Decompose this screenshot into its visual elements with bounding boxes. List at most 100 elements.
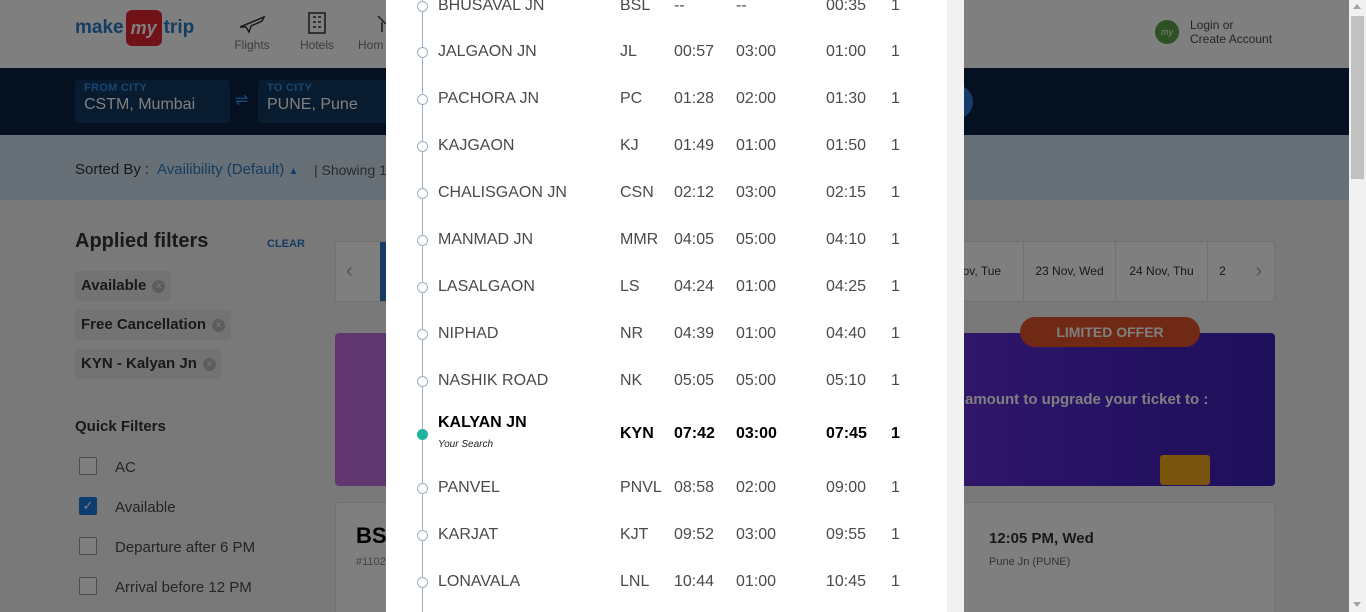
route-row: KALYAN JN KYN 07:42 03:00 07:45 1 Your Search: [386, 411, 947, 458]
station-code: MMR: [620, 231, 659, 248]
arrival-time: 01:49: [674, 137, 715, 154]
arrival-time: 08:58: [674, 479, 715, 496]
halt-time: 05:00: [736, 372, 777, 389]
station-name: KALYAN JN: [438, 414, 527, 431]
halt-time: 01:00: [736, 325, 777, 342]
departure-time: 07:45: [826, 425, 867, 442]
halt-time: 03:00: [736, 43, 777, 60]
station-name: KAJGAON: [438, 137, 515, 154]
arrival-time: --: [674, 0, 685, 14]
day-number: 1: [891, 137, 900, 154]
departure-time: 00:35: [826, 0, 867, 14]
your-search-note: Your Search: [438, 439, 494, 450]
arrival-time: 05:05: [674, 372, 715, 389]
route-row: LASALGAON LS 04:24 01:00 04:25 1: [386, 264, 947, 311]
station-name: NASHIK ROAD: [438, 372, 549, 389]
station-name: LONAVALA: [438, 573, 521, 590]
stop-dot-icon: [417, 141, 428, 152]
station-code: KJ: [620, 137, 639, 154]
arrival-time: 04:39: [674, 325, 715, 342]
day-number: 1: [891, 372, 900, 389]
route-row: KAJGAON KJ 01:49 01:00 01:50 1: [386, 123, 947, 170]
arrival-time: 04:24: [674, 278, 715, 295]
train-route-modal: BHUSAVAL JN BSL -- -- 00:35 1 JALGAON JN JL 00:5…: [386, 0, 964, 612]
day-number: 1: [891, 43, 900, 60]
station-name: PACHORA JN: [438, 90, 540, 107]
scroll-down-icon[interactable]: [1353, 602, 1361, 607]
stop-dot-icon: [417, 329, 428, 340]
halt-time: 05:00: [736, 231, 777, 248]
departure-time: 09:00: [826, 479, 867, 496]
route-row: JALGAON JN JL 00:57 03:00 01:00 1: [386, 29, 947, 76]
arrival-time: 09:52: [674, 526, 715, 543]
station-name: LASALGAON: [438, 278, 535, 295]
station-code: KYN: [620, 425, 654, 442]
arrival-time: 10:44: [674, 573, 715, 590]
stop-dot-icon: [417, 188, 428, 199]
day-number: 1: [891, 425, 900, 442]
stop-dot-icon: [417, 47, 428, 58]
route-row: LONAVALA LNL 10:44 01:00 10:45 1: [386, 559, 947, 606]
arrival-time: 02:12: [674, 184, 715, 201]
page-scrollbar[interactable]: [1349, 0, 1366, 612]
route-row: KARJAT KJT 09:52 03:00 09:55 1: [386, 512, 947, 559]
station-code: LS: [620, 278, 640, 295]
station-code: NK: [620, 372, 643, 389]
departure-time: 10:45: [826, 573, 867, 590]
day-number: 1: [891, 184, 900, 201]
stop-dot-icon: [417, 94, 428, 105]
halt-time: 03:00: [736, 425, 777, 442]
day-number: 1: [891, 526, 900, 543]
station-name: PANVEL: [438, 479, 500, 496]
departure-time: 05:10: [826, 372, 867, 389]
day-number: 1: [891, 325, 900, 342]
station-name: MANMAD JN: [438, 231, 534, 248]
halt-time: 03:00: [736, 184, 777, 201]
stop-dot-icon: [417, 376, 428, 387]
halt-time: 01:00: [736, 278, 777, 295]
route-row: CHALISGAON JN CSN 02:12 03:00 02:15 1: [386, 170, 947, 217]
stop-dot-icon: [417, 282, 428, 293]
route-row: PANVEL PNVL 08:58 02:00 09:00 1: [386, 465, 947, 512]
halt-time: 02:00: [736, 479, 777, 496]
station-name: KARJAT: [438, 526, 499, 543]
stop-dot-icon: [417, 1, 428, 12]
day-number: 1: [891, 573, 900, 590]
route-row: NIPHAD NR 04:39 01:00 04:40 1: [386, 311, 947, 358]
day-number: 1: [891, 231, 900, 248]
station-code: CSN: [620, 184, 654, 201]
arrival-time: 04:05: [674, 231, 715, 248]
day-number: 1: [891, 90, 900, 107]
station-code: JL: [620, 43, 637, 60]
stop-dot-icon: [417, 530, 428, 541]
scroll-thumb[interactable]: [1351, 16, 1364, 179]
departure-time: 04:10: [826, 231, 867, 248]
stop-dot-icon: [417, 577, 428, 588]
station-code: BSL: [620, 0, 651, 14]
station-name: BHUSAVAL JN: [438, 0, 545, 14]
departure-time: 01:00: [826, 43, 867, 60]
station-code: LNL: [620, 573, 650, 590]
departure-time: 04:25: [826, 278, 867, 295]
day-number: 1: [891, 278, 900, 295]
searched-stop-dot-icon: [417, 429, 428, 440]
departure-time: 01:30: [826, 90, 867, 107]
halt-time: 01:00: [736, 573, 777, 590]
halt-time: 01:00: [736, 137, 777, 154]
departure-time: 09:55: [826, 526, 867, 543]
departure-time: 01:50: [826, 137, 867, 154]
modal-scrollbar[interactable]: [947, 0, 964, 612]
route-row: BHUSAVAL JN BSL -- -- 00:35 1: [386, 0, 947, 30]
scroll-up-icon[interactable]: [1353, 4, 1361, 9]
arrival-time: 07:42: [674, 425, 715, 442]
route-row: MANMAD JN MMR 04:05 05:00 04:10 1: [386, 217, 947, 264]
station-code: NR: [620, 325, 644, 342]
route-row: PACHORA JN PC 01:28 02:00 01:30 1: [386, 76, 947, 123]
day-number: 1: [891, 479, 900, 496]
station-code: PC: [620, 90, 643, 107]
station-code: KJT: [620, 526, 649, 543]
stop-dot-icon: [417, 483, 428, 494]
departure-time: 02:15: [826, 184, 867, 201]
station-name: CHALISGAON JN: [438, 184, 567, 201]
halt-time: --: [736, 0, 747, 14]
